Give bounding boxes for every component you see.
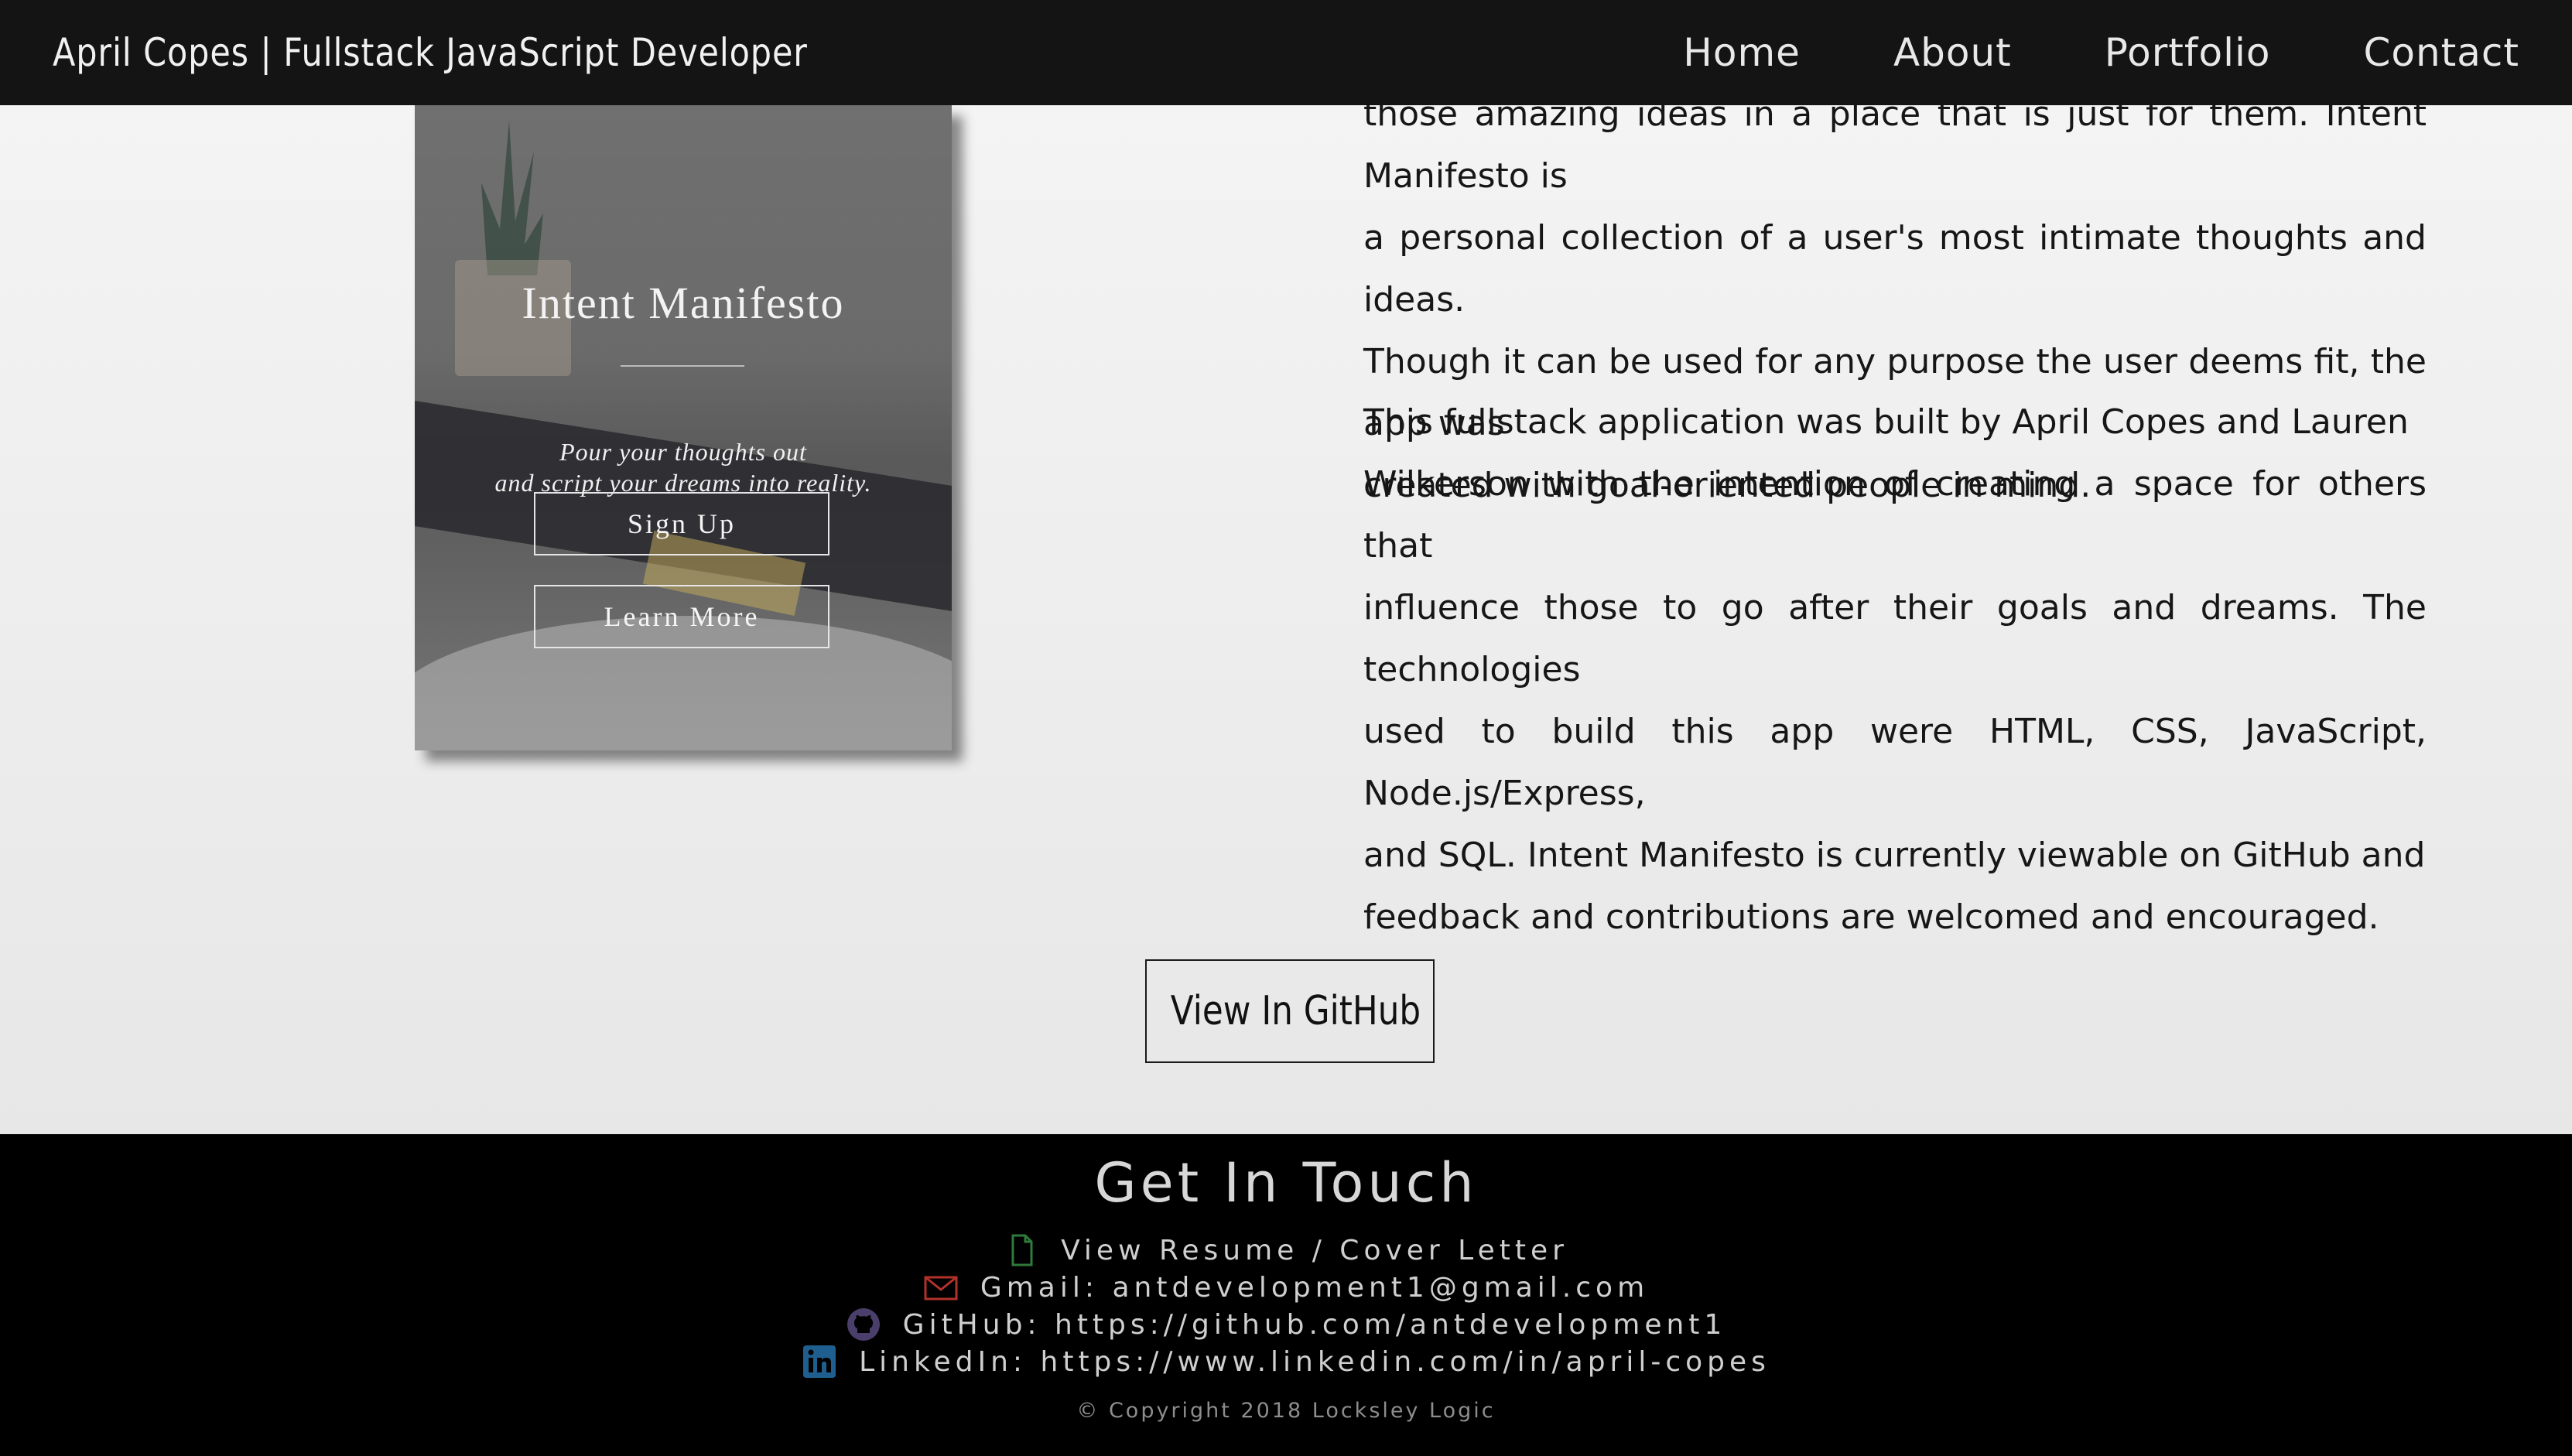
paragraph-line: a personal collection of a user's most i… <box>1363 218 2427 320</box>
contact-linkedin[interactable]: LinkedIn: https://www.linkedin.com/in/ap… <box>0 1343 2572 1380</box>
github-icon <box>846 1307 881 1342</box>
paragraph-line: influence those to go after their goals … <box>1363 588 2427 689</box>
contact-email[interactable]: Gmail: antdevelopment1@gmail.com <box>0 1269 2572 1306</box>
nav-link-home[interactable]: Home <box>1683 30 1801 75</box>
navbar: April Copes | Fullstack JavaScript Devel… <box>0 0 2572 105</box>
envelope-icon <box>923 1270 959 1305</box>
mockup-divider <box>621 365 744 367</box>
view-in-github-button[interactable]: View In GitHub <box>1145 959 1435 1063</box>
contact-resume[interactable]: View Resume / Cover Letter <box>0 1232 2572 1269</box>
copyright: © Copyright 2018 Locksley Logic <box>1076 1399 1496 1423</box>
project-description-paragraph-2: This fullstack application was built by … <box>1363 391 2427 948</box>
nav-link-contact[interactable]: Contact <box>2363 30 2519 75</box>
nav-links: Home About Portfolio Contact <box>1590 0 2519 105</box>
paragraph-line: used to build this app were HTML, CSS, J… <box>1363 712 2427 813</box>
contact-email-text[interactable]: Gmail: antdevelopment1@gmail.com <box>980 1272 1649 1304</box>
mockup-signup-button: Sign Up <box>534 492 829 555</box>
paragraph-line: feedback and contributions are welcomed … <box>1363 897 2379 937</box>
paragraph-line: This fullstack application was built by … <box>1363 402 2409 442</box>
paragraph-line: Wilkerson with the intention of creating… <box>1363 464 2427 566</box>
footer: Get In Touch View Resume / Cover Letter … <box>0 1134 2572 1456</box>
mockup-learn-more-button: Learn More <box>534 585 829 648</box>
project-mockup-image: Intent Manifesto Pour your thoughts out … <box>415 105 952 750</box>
mockup-title: Intent Manifesto <box>522 278 845 328</box>
contact-resume-text[interactable]: View Resume / Cover Letter <box>1061 1235 1568 1266</box>
file-icon <box>1004 1232 1039 1268</box>
plant-decoration <box>481 121 543 275</box>
mockup-tagline-line1: Pour your thoughts out <box>559 438 807 466</box>
contact-github[interactable]: GitHub: https://github.com/antdevelopmen… <box>0 1306 2572 1343</box>
footer-title: Get In Touch <box>1094 1151 1478 1215</box>
paragraph-line: and SQL. Intent Manifesto is currently v… <box>1363 836 2426 875</box>
contact-github-text[interactable]: GitHub: https://github.com/antdevelopmen… <box>903 1309 1727 1341</box>
site-brand[interactable]: April Copes | Fullstack JavaScript Devel… <box>53 0 808 105</box>
view-in-github-label: View In GitHub <box>1170 988 1421 1034</box>
nav-link-about[interactable]: About <box>1893 30 2012 75</box>
contact-linkedin-text[interactable]: LinkedIn: https://www.linkedin.com/in/ap… <box>859 1346 1770 1378</box>
linkedin-icon <box>802 1344 837 1379</box>
nav-link-portfolio[interactable]: Portfolio <box>2105 30 2271 75</box>
